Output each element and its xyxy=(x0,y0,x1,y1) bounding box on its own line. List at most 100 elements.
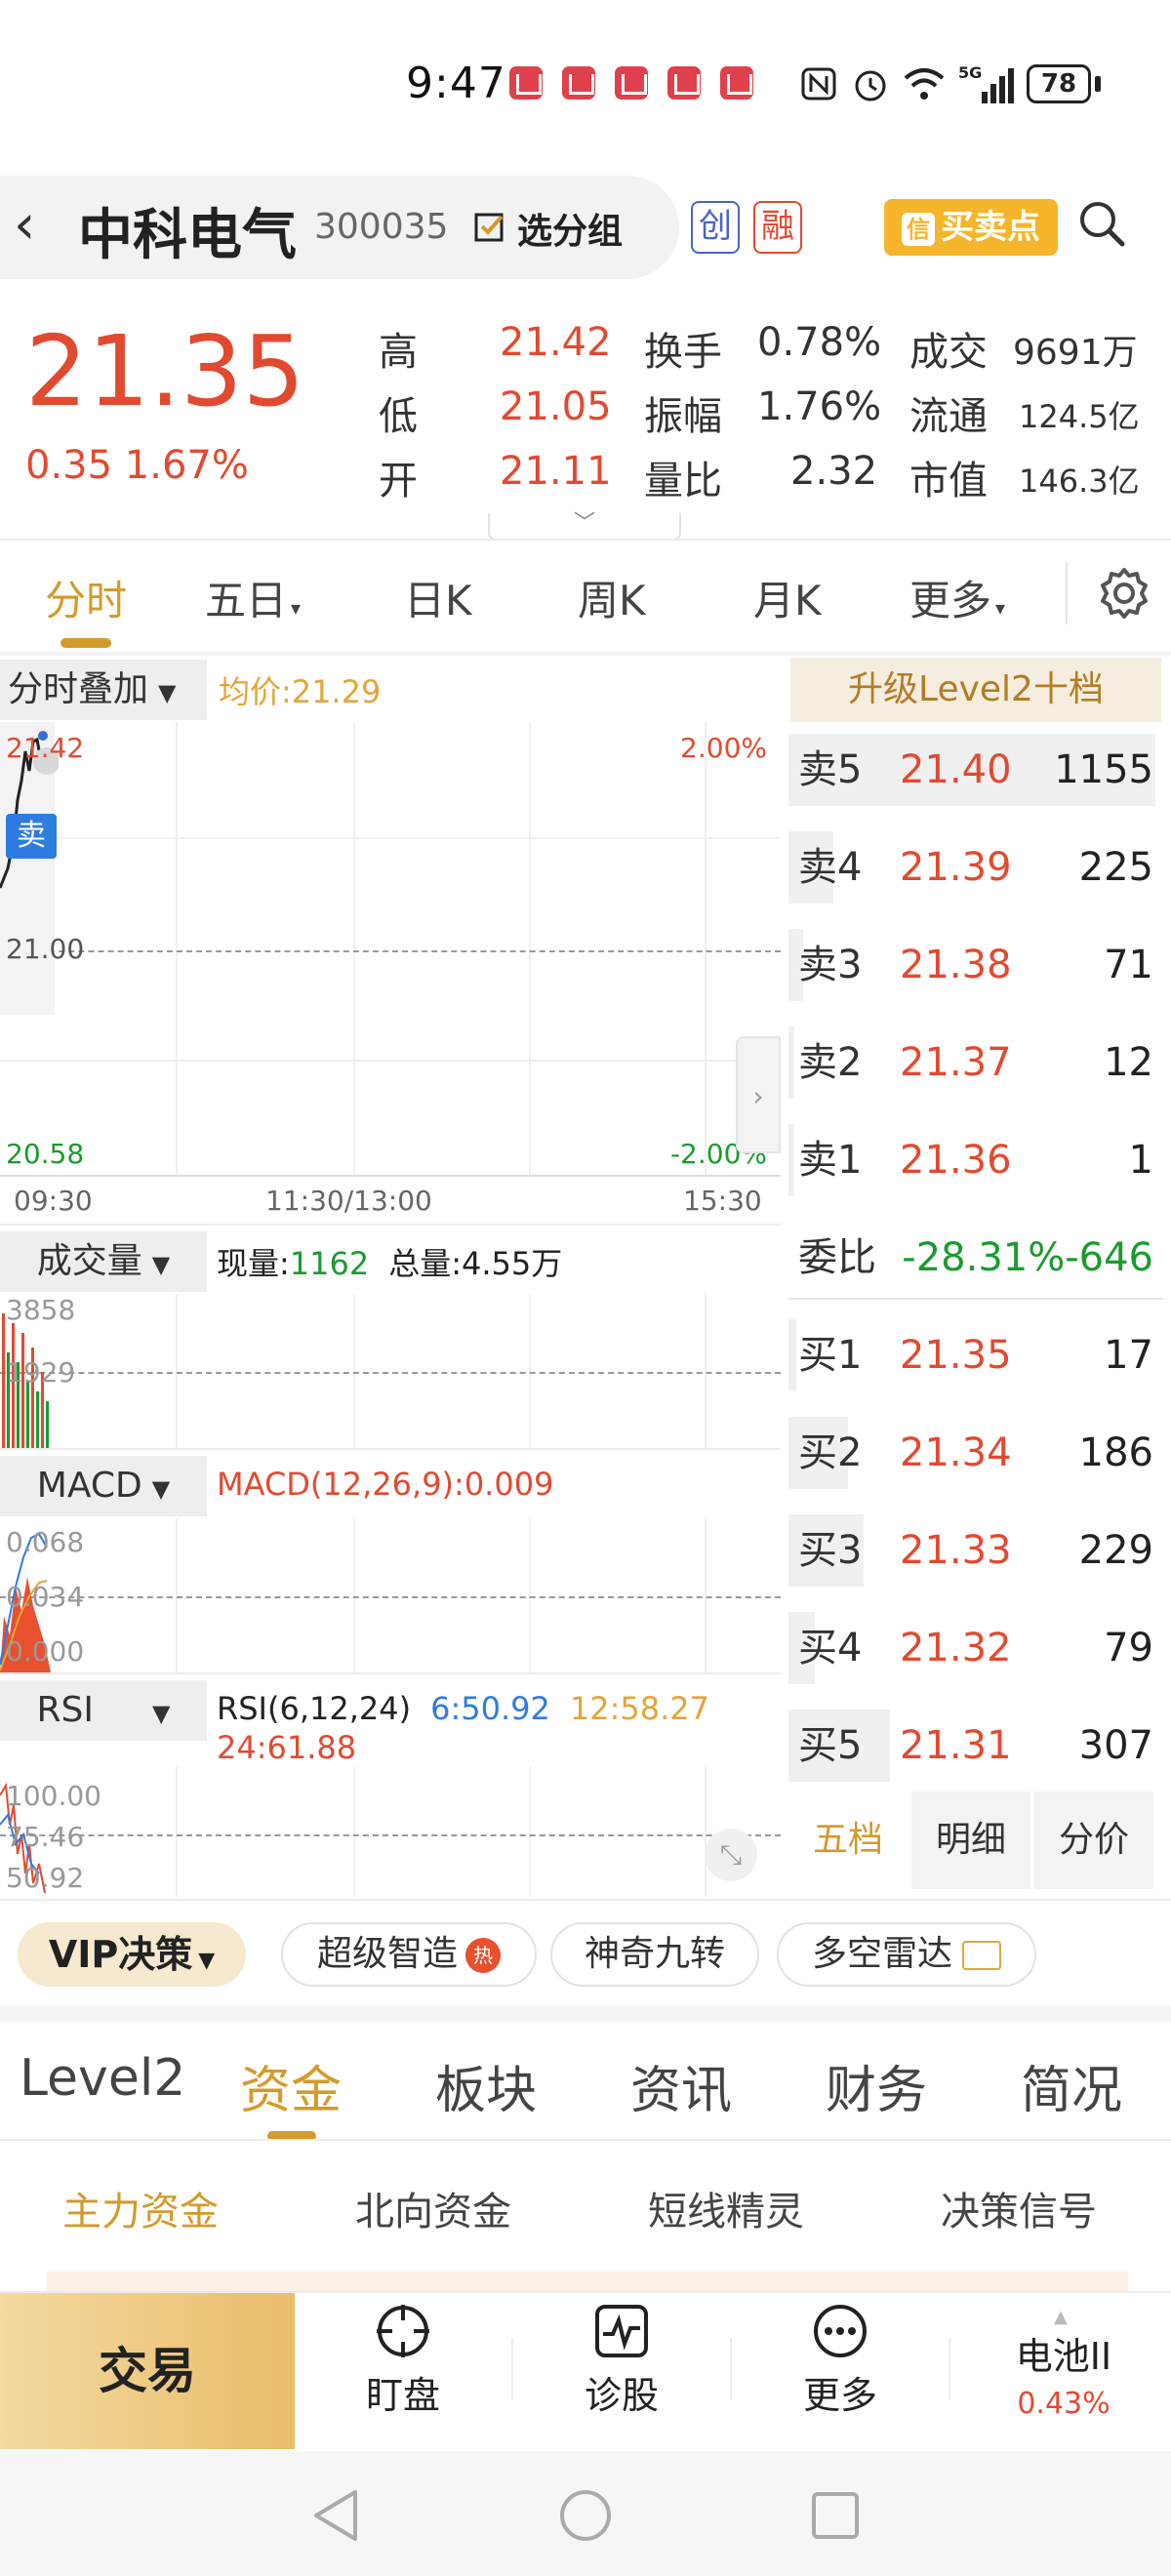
tab-five-day[interactable]: 五日 ▾ xyxy=(205,568,301,627)
sell-marker[interactable]: 卖 xyxy=(6,814,57,859)
subtab-short-term[interactable]: 短线精灵 xyxy=(648,2180,804,2236)
overlay-dropdown[interactable]: 分时叠加 ▼ xyxy=(0,660,207,720)
sector-name[interactable]: 电池II xyxy=(976,2326,1151,2380)
svg-text:5G: 5G xyxy=(958,63,982,82)
quote-label: 振幅 xyxy=(644,394,722,439)
rsi-chart[interactable]: 100.00 75.46 50.92 ⤡ xyxy=(0,1766,781,1897)
quote-value: 21.11 xyxy=(500,449,612,494)
recents-nav-icon[interactable] xyxy=(810,2490,861,2541)
watch-button[interactable]: 盯盘 xyxy=(330,2303,476,2419)
buy-sell-point-button[interactable]: 信买卖点 xyxy=(884,199,1058,256)
stock-header: ‹ 中科电气 300035 选分组 创 融 信买卖点 xyxy=(0,176,1171,279)
buy-level-row[interactable]: 买2 21.34 186 xyxy=(788,1409,1163,1497)
home-nav-icon[interactable] xyxy=(558,2488,613,2543)
buy-level-row[interactable]: 买1 21.35 17 xyxy=(788,1311,1163,1399)
fullscreen-icon[interactable]: ⤡ xyxy=(705,1829,757,1881)
chip-magic-nine[interactable]: 神奇九转 xyxy=(550,1922,759,1987)
search-icon[interactable] xyxy=(1077,199,1126,248)
buy-level-row[interactable]: 买3 21.33 229 xyxy=(788,1507,1163,1594)
grid-line xyxy=(705,1294,707,1448)
subtab-decision-signal[interactable]: 决策信号 xyxy=(941,2180,1097,2236)
dropdown-arrow-icon: ▼ xyxy=(158,679,177,706)
grid-line xyxy=(176,722,178,1177)
tab-five-levels[interactable]: 五档 xyxy=(788,1791,908,1889)
sell-level-row[interactable]: 卖3 21.38 71 xyxy=(788,921,1163,1009)
expand-quote-button[interactable]: ﹀ xyxy=(488,513,681,541)
back-icon[interactable]: ‹ xyxy=(14,193,35,257)
tab-monthly-k[interactable]: 月K xyxy=(753,568,822,627)
quote-value: 1.76% xyxy=(757,384,882,429)
sell-level-row[interactable]: 卖5 21.40 1155 xyxy=(788,726,1163,814)
dropdown-arrow-icon: ▼ xyxy=(151,1475,171,1503)
order-price: 21.33 xyxy=(900,1528,1012,1573)
macd-value: MACD(12,26,9):0.009 xyxy=(217,1466,554,1503)
divider xyxy=(0,1899,1171,1901)
rsi-dropdown[interactable]: RSI ▼ xyxy=(0,1680,207,1741)
tab-level2[interactable]: Level2 xyxy=(20,2049,185,2108)
notification-icon xyxy=(720,66,753,100)
vip-decision-button[interactable]: VIP决策 ▼ xyxy=(18,1922,246,1987)
intraday-chart[interactable]: 21.42 2.00% 21.00 20.58 -2.00% 卖 › xyxy=(0,722,781,1179)
order-price: 21.34 xyxy=(900,1430,1012,1475)
tab-capital[interactable]: 资金 xyxy=(240,2049,342,2122)
grid-line xyxy=(529,1518,531,1672)
order-price: 21.35 xyxy=(900,1333,1012,1378)
order-price: 21.31 xyxy=(900,1723,1012,1768)
stock-detail-screen: { "status_bar": {"time": "9:47", "batter… xyxy=(0,0,1171,2576)
tab-price-dist[interactable]: 分价 xyxy=(1034,1791,1153,1889)
stock-code: 300035 xyxy=(314,207,449,247)
tab-news[interactable]: 资讯 xyxy=(630,2049,732,2122)
more-button[interactable]: 更多 xyxy=(767,2303,913,2419)
signal-icon: 5G xyxy=(958,63,1014,103)
tab-intraday[interactable]: 分时 xyxy=(45,568,127,627)
diagnose-button[interactable]: 诊股 xyxy=(548,2303,695,2419)
battery-indicator: 78 xyxy=(1027,64,1091,103)
notification-icon xyxy=(667,66,701,100)
ratio-value: -28.31%-646 xyxy=(902,1235,1153,1280)
tab-weekly-k[interactable]: 周K xyxy=(578,568,646,627)
chevron-right-icon[interactable]: › xyxy=(736,1036,781,1153)
sell-level-row[interactable]: 卖4 21.39 225 xyxy=(788,824,1163,911)
order-label: 卖1 xyxy=(798,1138,863,1183)
tab-sector[interactable]: 板块 xyxy=(435,2049,537,2122)
order-label: 卖5 xyxy=(798,747,863,792)
subtab-northbound[interactable]: 北向资金 xyxy=(355,2180,511,2236)
quote-value: 9691万 xyxy=(1013,333,1138,373)
volume-dropdown[interactable]: 成交量 ▼ xyxy=(0,1231,207,1292)
grid-line xyxy=(176,1766,178,1897)
grid-line xyxy=(705,722,707,1177)
sell-level-row[interactable]: 卖2 21.37 12 xyxy=(788,1019,1163,1107)
gear-icon[interactable] xyxy=(1097,566,1151,621)
system-nav-bar xyxy=(0,2451,1171,2576)
chip-super-smart[interactable]: 超级智造热 xyxy=(281,1922,537,1987)
battery-tip xyxy=(1095,76,1101,92)
sell-level-row[interactable]: 卖1 21.36 1 xyxy=(788,1116,1163,1204)
chip-radar[interactable]: 多空雷达 xyxy=(777,1922,1036,1987)
order-price: 21.40 xyxy=(900,747,1012,792)
checkbox-icon xyxy=(474,213,504,242)
volume-bar xyxy=(788,1124,794,1196)
tab-daily-k[interactable]: 日K xyxy=(404,568,472,627)
back-nav-icon[interactable] xyxy=(310,2488,361,2543)
tab-finance[interactable]: 财务 xyxy=(826,2049,927,2122)
trade-button[interactable]: 交易 xyxy=(0,2293,295,2449)
volume-chart[interactable]: 3858 1929 xyxy=(0,1294,781,1448)
tab-more[interactable]: 更多 ▾ xyxy=(909,568,1005,627)
macd-dropdown[interactable]: MACD ▼ xyxy=(0,1456,207,1516)
upgrade-level2-button[interactable]: 升级Level2十档 xyxy=(790,658,1161,722)
select-group-button[interactable]: 选分组 xyxy=(517,203,623,254)
stock-name[interactable]: 中科电气 xyxy=(78,191,297,270)
tab-detail[interactable]: 明细 xyxy=(911,1791,1030,1889)
order-label: 卖3 xyxy=(798,943,863,987)
order-label: 买3 xyxy=(798,1528,863,1573)
clock: 9:47 xyxy=(406,59,506,108)
buy-level-row[interactable]: 买5 21.31 307 xyxy=(788,1702,1163,1790)
quote-value: 21.42 xyxy=(500,320,612,365)
buy-level-row[interactable]: 买4 21.32 79 xyxy=(788,1604,1163,1692)
macd-chart[interactable]: 0.068 0.034 0.000 xyxy=(0,1518,781,1672)
quote-label: 高 xyxy=(379,330,418,375)
tab-profile[interactable]: 简况 xyxy=(1021,2049,1122,2122)
dropdown-arrow-icon: ▾ xyxy=(291,596,302,620)
subtab-main-capital[interactable]: 主力资金 xyxy=(62,2180,219,2236)
divider xyxy=(1066,562,1068,624)
